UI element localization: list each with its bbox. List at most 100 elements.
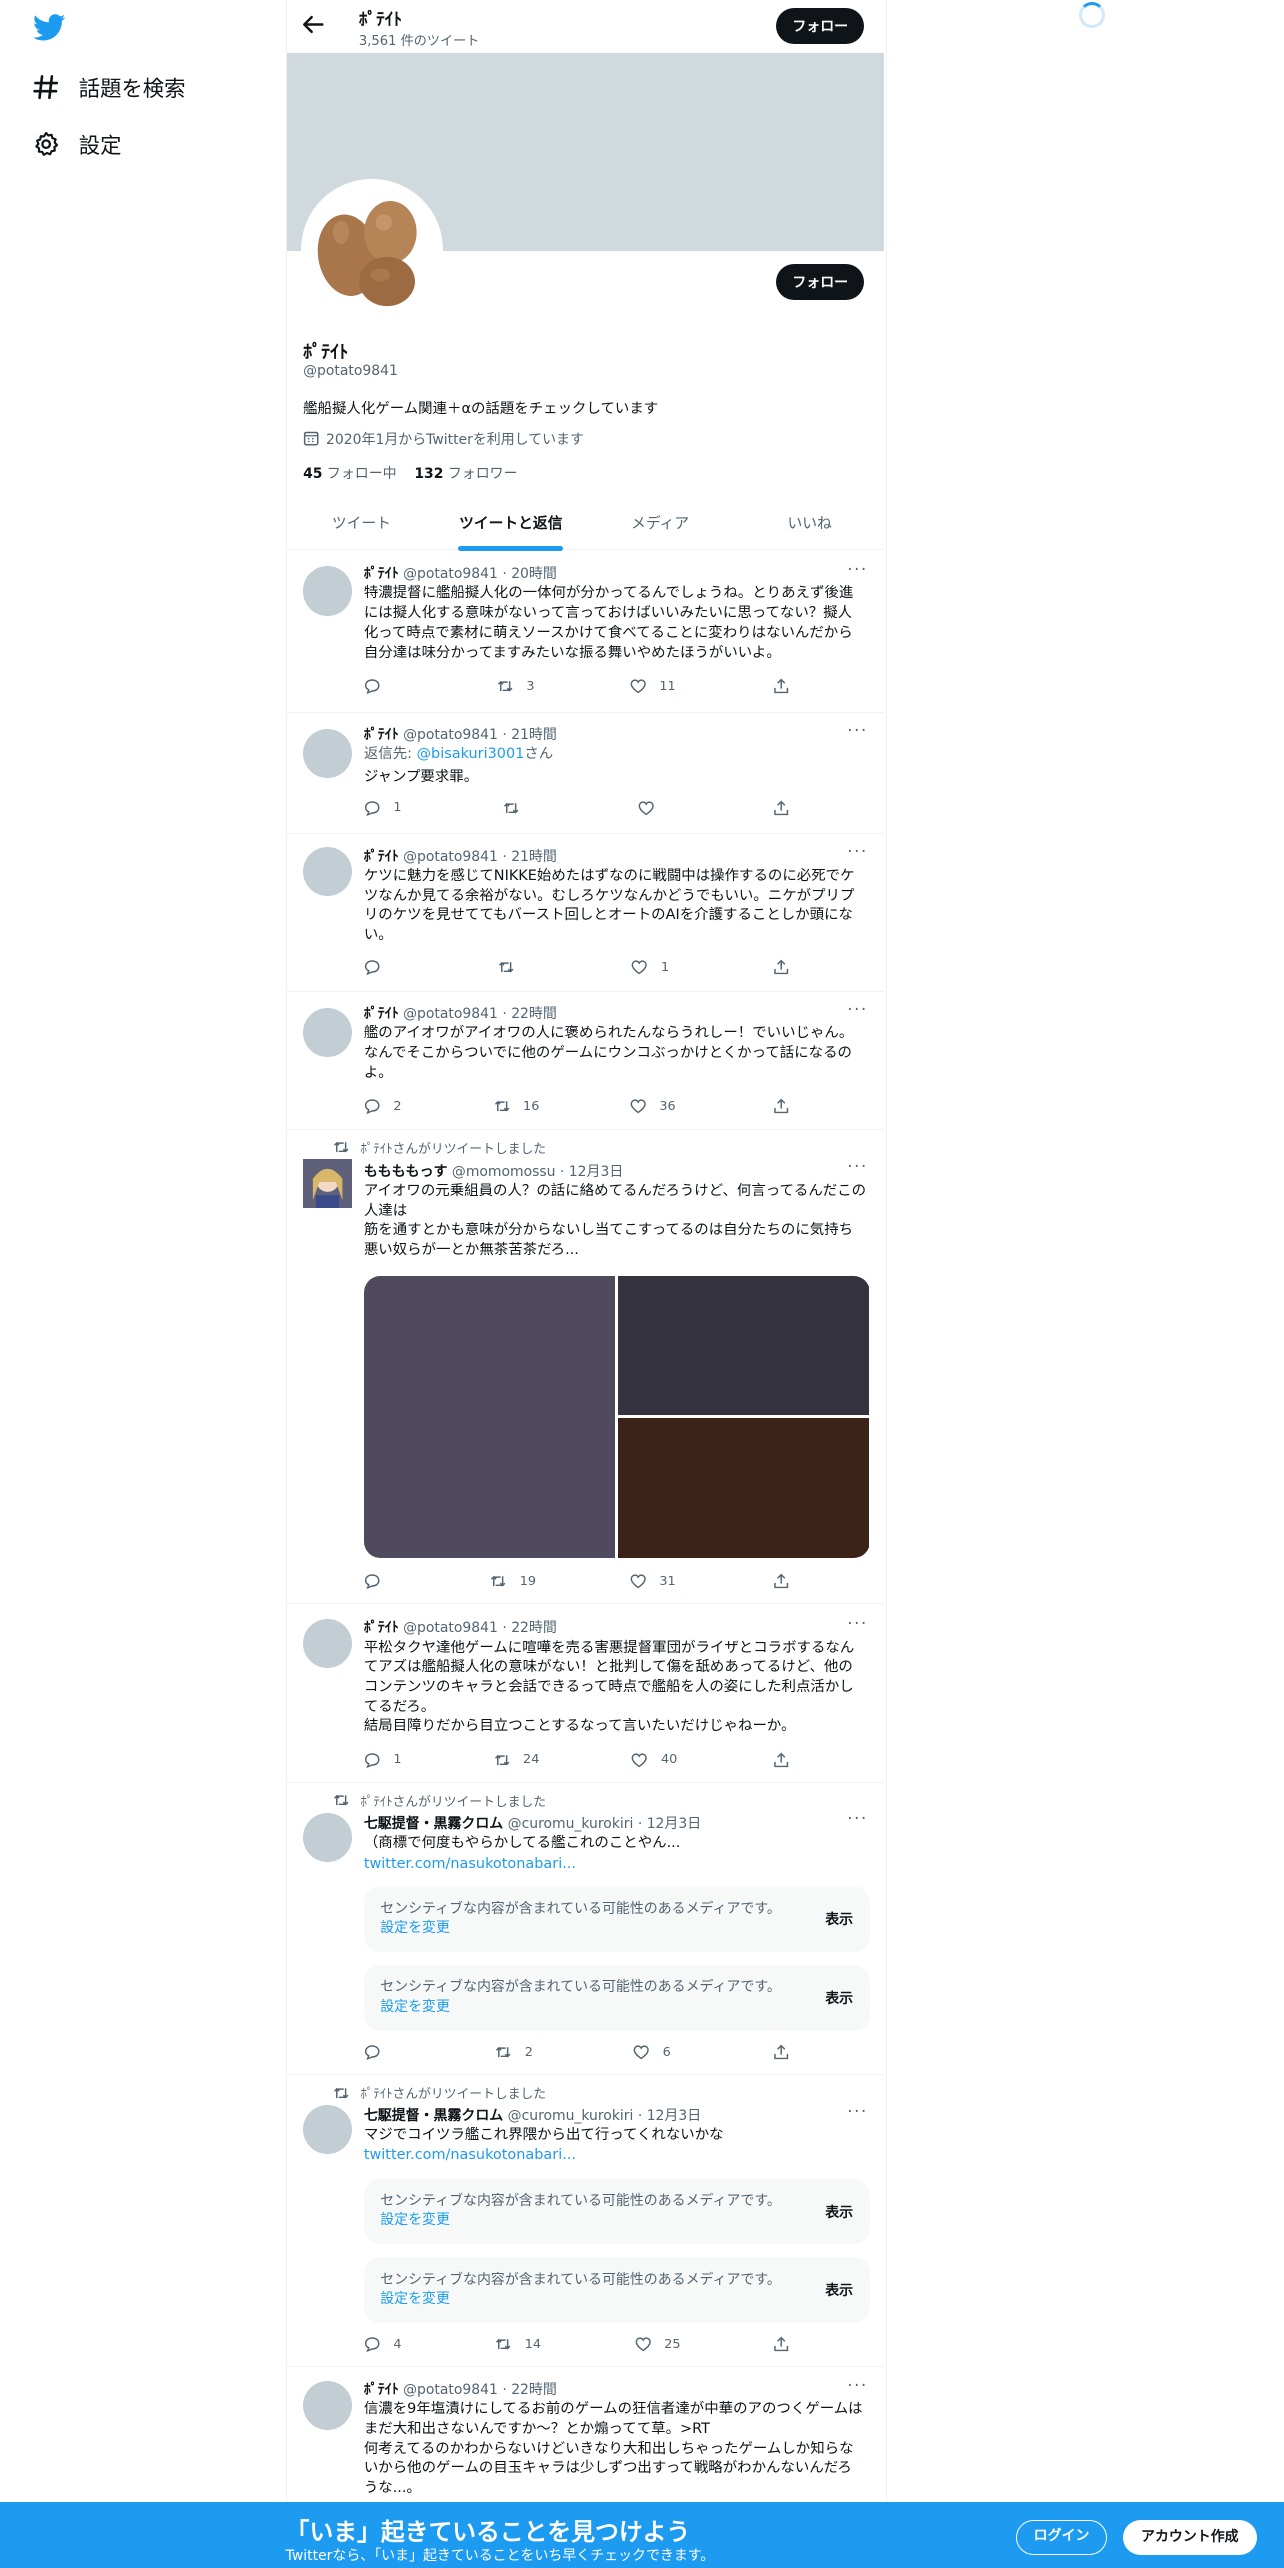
media-image-2[interactable] <box>618 1275 870 1416</box>
tweet-avatar[interactable] <box>303 1618 353 1669</box>
tweet[interactable]: ﾎﾟﾃｲﾄ @potato9841 · 21時間 ··· ケツに魅力を感じてNI… <box>286 834 885 992</box>
like-button[interactable]: 6 <box>633 2044 671 2060</box>
tweet-author-name[interactable]: 七駆提督・黒霧クロム <box>364 2108 503 2124</box>
following-link[interactable]: 45 フォロー中 <box>303 466 397 482</box>
change-settings-link[interactable]: 設定を変更 <box>380 2212 450 2228</box>
retweet-button[interactable]: 3 <box>497 678 535 694</box>
tweet-author-name[interactable]: ﾎﾟﾃｲﾄ <box>364 727 399 743</box>
tweet-time[interactable]: 21時間 <box>511 849 557 865</box>
show-media-button[interactable]: 表示 <box>825 1988 853 2008</box>
share-button[interactable] <box>773 678 803 694</box>
retweet-context-label[interactable]: ﾎﾟﾃｲﾄさんがリツイートしました <box>361 1791 547 1810</box>
share-button[interactable] <box>773 2336 803 2352</box>
tweet[interactable]: ﾎﾟﾃｲﾄさんがリツイートしました 七駆提督・黒霧クロム @curomu_kur… <box>286 2075 885 2368</box>
tweet[interactable]: ﾎﾟﾃｲﾄ @potato9841 · 21時間 ··· 返信先: @bisak… <box>286 713 885 835</box>
more-options-icon[interactable]: ··· <box>847 2376 868 2395</box>
change-settings-link[interactable]: 設定を変更 <box>380 2291 450 2307</box>
more-options-icon[interactable]: ··· <box>847 842 868 861</box>
tweet-link[interactable]: twitter.com/nasukotonabari... <box>364 2146 866 2166</box>
share-button[interactable] <box>773 1098 803 1114</box>
signup-button[interactable]: アカウント作成 <box>1122 2520 1257 2555</box>
tweet-avatar[interactable] <box>303 728 353 779</box>
tweet-time[interactable]: 22時間 <box>511 1620 557 1636</box>
like-button[interactable]: 1 <box>631 959 669 975</box>
nav-settings[interactable]: 設定 <box>33 125 121 164</box>
tweet-time[interactable]: 12月3日 <box>569 1164 623 1180</box>
header-follow-button[interactable]: フォロー <box>775 8 865 45</box>
like-button[interactable]: 25 <box>635 2336 681 2352</box>
tweet-time[interactable]: 12月3日 <box>647 2108 701 2124</box>
tweet-media-grid[interactable] <box>363 1275 870 1559</box>
tweet-author-name[interactable]: ﾎﾟﾃｲﾄ <box>364 1006 399 1022</box>
retweet-button[interactable]: 24 <box>494 1752 539 1768</box>
tab-tweets-replies[interactable]: ツイートと返信 <box>436 499 585 552</box>
tweet-avatar[interactable] <box>303 2104 353 2155</box>
tweet-avatar[interactable] <box>303 1812 353 1862</box>
tweet-time[interactable]: 21時間 <box>511 727 557 743</box>
like-button[interactable]: 36 <box>630 1098 676 1114</box>
more-options-icon[interactable]: ··· <box>847 1614 868 1633</box>
retweet-context-label[interactable]: ﾎﾟﾃｲﾄさんがリツイートしました <box>361 2083 547 2102</box>
tweet-avatar[interactable] <box>303 847 353 897</box>
retweet-button[interactable]: 14 <box>495 2336 541 2352</box>
more-options-icon[interactable]: ··· <box>847 1157 868 1176</box>
more-options-icon[interactable]: ··· <box>847 1809 868 1828</box>
back-arrow-icon[interactable] <box>301 13 325 36</box>
tweet-avatar[interactable] <box>303 1008 353 1058</box>
tweet-author-name[interactable]: ﾎﾟﾃｲﾄ <box>364 2382 399 2398</box>
retweet-button[interactable] <box>503 800 533 816</box>
like-button[interactable] <box>638 800 668 816</box>
tweet-author-name[interactable]: ﾎﾟﾃｲﾄ <box>364 566 399 582</box>
like-button[interactable]: 40 <box>631 1752 677 1768</box>
like-button[interactable]: 11 <box>630 678 676 694</box>
tweet-avatar[interactable] <box>303 2380 353 2430</box>
tab-tweets[interactable]: ツイート <box>287 499 436 549</box>
tweet[interactable]: ﾎﾟﾃｲﾄ @potato9841 · 20時間 ··· 特濃提督に艦船擬人化の… <box>286 550 885 713</box>
change-settings-link[interactable]: 設定を変更 <box>380 1920 450 1936</box>
share-button[interactable] <box>773 1752 803 1768</box>
like-button[interactable]: 31 <box>630 1573 676 1589</box>
tweet-author-name[interactable]: ももももっす <box>364 1164 448 1180</box>
reply-button[interactable]: 1 <box>364 1752 402 1768</box>
retweet-button[interactable]: 19 <box>490 1573 536 1589</box>
reply-button[interactable]: 4 <box>364 2336 402 2353</box>
tweet-author-name[interactable]: ﾎﾟﾃｲﾄ <box>364 849 399 865</box>
tab-media[interactable]: メディア <box>585 499 734 549</box>
tweet-time[interactable]: 12月3日 <box>647 1816 701 1832</box>
tweet-time[interactable]: 20時間 <box>511 566 557 582</box>
media-image-1[interactable] <box>363 1275 616 1559</box>
more-options-icon[interactable]: ··· <box>847 1000 868 1019</box>
twitter-logo-icon[interactable] <box>32 13 66 43</box>
tweet[interactable]: ﾎﾟﾃｲﾄさんがリツイートしました 七駆提督・黒霧クロム @curomu_kur… <box>286 1783 885 2076</box>
reply-button[interactable] <box>364 2044 394 2061</box>
reply-to-link[interactable]: @bisakuri3001 <box>417 746 525 762</box>
show-media-button[interactable]: 表示 <box>825 1909 853 1929</box>
more-options-icon[interactable]: ··· <box>847 560 868 579</box>
tweet[interactable]: ﾎﾟﾃｲﾄ @potato9841 · 22時間 ··· 艦のアイオワがアイオワ… <box>286 992 885 1130</box>
tweet-link[interactable]: twitter.com/nasukotonabari... <box>364 1855 866 1875</box>
retweet-button[interactable]: 16 <box>494 1098 539 1114</box>
share-button[interactable] <box>773 800 803 816</box>
retweet-button[interactable]: 2 <box>495 2044 533 2060</box>
retweet-context-label[interactable]: ﾎﾟﾃｲﾄさんがリツイートしました <box>361 1138 547 1157</box>
tweet[interactable]: ﾎﾟﾃｲﾄさんがリツイートしました ももももっす @momomossu · 12… <box>286 1130 885 1605</box>
tab-likes[interactable]: いいね <box>735 499 884 549</box>
tweet-time[interactable]: 22時間 <box>511 2382 557 2398</box>
reply-button[interactable] <box>364 1573 394 1589</box>
profile-avatar[interactable] <box>301 178 443 321</box>
tweet-avatar[interactable] <box>303 566 353 616</box>
show-media-button[interactable]: 表示 <box>825 2202 853 2222</box>
show-media-button[interactable]: 表示 <box>825 2280 853 2300</box>
change-settings-link[interactable]: 設定を変更 <box>380 1999 450 2015</box>
reply-button[interactable]: 1 <box>364 800 402 816</box>
media-image-3[interactable] <box>618 1418 870 1559</box>
tweet-avatar[interactable] <box>303 1159 353 1209</box>
retweet-button[interactable] <box>498 959 528 975</box>
nav-explore[interactable]: 話題を検索 <box>33 67 185 106</box>
more-options-icon[interactable]: ··· <box>847 2102 868 2121</box>
reply-button[interactable] <box>364 959 394 975</box>
share-button[interactable] <box>773 1573 803 1589</box>
reply-button[interactable] <box>364 678 394 695</box>
followers-link[interactable]: 132 フォロワー <box>414 466 517 482</box>
share-button[interactable] <box>773 959 803 975</box>
